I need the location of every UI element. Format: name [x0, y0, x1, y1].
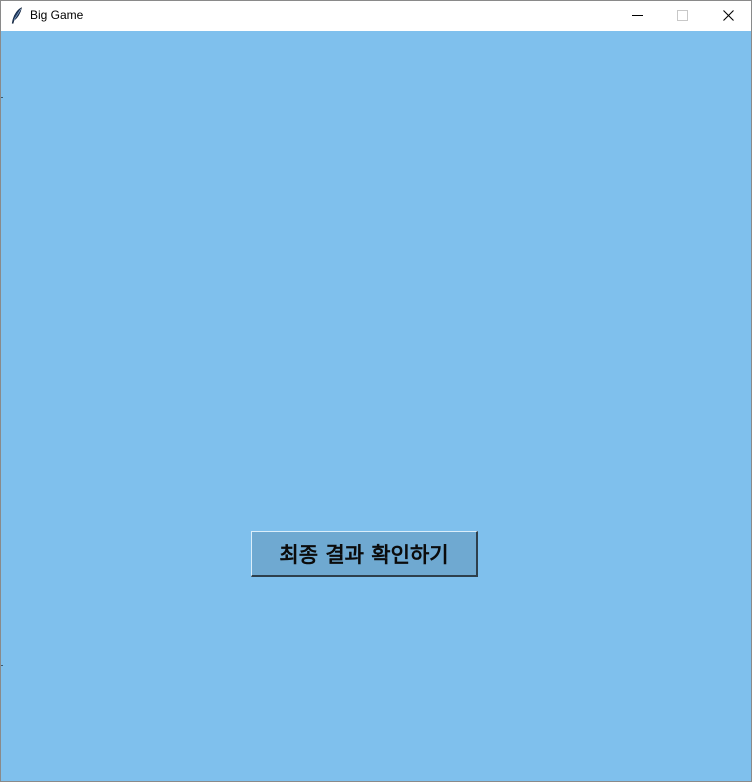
minimize-icon — [632, 15, 643, 16]
maximize-button[interactable] — [660, 1, 705, 30]
view-final-result-button[interactable]: 최종 결과 확인하기 — [251, 531, 478, 577]
view-final-result-label: 최종 결과 확인하기 — [279, 542, 449, 567]
title-bar[interactable]: Big Game — [1, 1, 751, 30]
close-icon — [723, 10, 734, 21]
close-button[interactable] — [706, 1, 751, 30]
maximize-icon — [677, 10, 688, 21]
game-canvas: 최종 결과 확인하기 — [1, 31, 751, 781]
canvas-edge-mark — [1, 97, 3, 98]
app-window: Big Game 최종 결과 확인하기 — [0, 0, 752, 782]
window-title: Big Game — [30, 8, 84, 22]
feather-icon — [11, 7, 23, 24]
canvas-edge-mark — [1, 665, 3, 666]
minimize-button[interactable] — [615, 1, 660, 30]
